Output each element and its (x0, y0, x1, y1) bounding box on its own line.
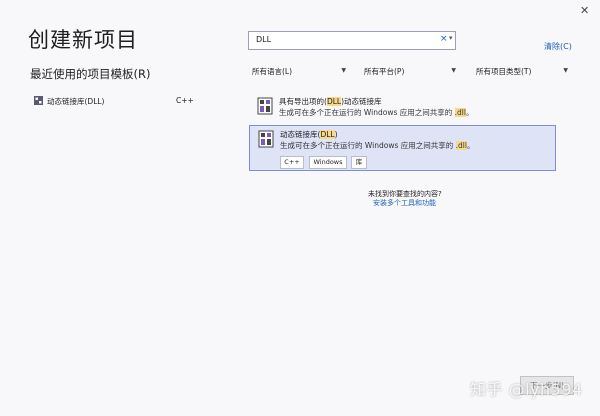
tag-language: C++ (280, 156, 304, 169)
search-input[interactable]: DLL × ▾ (248, 31, 456, 50)
chevron-down-icon: ▼ (451, 67, 456, 74)
template-title: 具有导出项的(DLL)动态链接库 (279, 97, 382, 106)
recent-template-language: C++ (176, 96, 194, 105)
language-filter-label: 所有语言(L) (252, 67, 293, 76)
chevron-down-icon: ▼ (563, 67, 568, 74)
tag-project-type: 库 (351, 156, 367, 169)
chevron-down-icon: ▼ (341, 67, 346, 74)
project-type-filter-label: 所有项目类型(T) (476, 67, 532, 76)
install-tools-link[interactable]: 安装多个工具和功能 (373, 198, 436, 208)
clear-filters-link[interactable]: 清除(C) (544, 41, 572, 52)
search-value: DLL (256, 35, 272, 44)
recent-template-item[interactable]: 动态链接库(DLL) C++ (34, 96, 194, 108)
recent-templates-title: 最近使用的项目模板(R) (30, 67, 151, 81)
close-window-icon[interactable]: ✕ (580, 4, 589, 17)
watermark: 知乎 @lyh594 (470, 380, 583, 399)
platform-filter-label: 所有平台(P) (364, 67, 405, 76)
tag-platform: Windows (309, 156, 347, 169)
language-filter[interactable]: 所有语言(L) ▼ (252, 66, 346, 80)
template-result[interactable]: 具有导出项的(DLL)动态链接库 生成可在多个正在运行的 Windows 应用之… (249, 93, 556, 121)
template-description: 生成可在多个正在运行的 Windows 应用之间共享的 .dll。 (280, 141, 475, 150)
template-title: 动态链接库(DLL) (280, 130, 338, 139)
dll-export-template-icon (257, 97, 273, 115)
search-dropdown-icon[interactable]: ▾ (449, 34, 453, 42)
recent-template-label: 动态链接库(DLL) (47, 97, 105, 106)
template-result-selected[interactable]: 动态链接库(DLL) 生成可在多个正在运行的 Windows 应用之间共享的 .… (249, 125, 556, 171)
dll-template-icon (34, 96, 43, 105)
dll-template-icon (258, 130, 274, 148)
template-description: 生成可在多个正在运行的 Windows 应用之间共享的 .dll。 (279, 108, 474, 117)
platform-filter[interactable]: 所有平台(P) ▼ (364, 66, 456, 80)
project-type-filter[interactable]: 所有项目类型(T) ▼ (476, 66, 568, 80)
clear-search-icon[interactable]: × (440, 34, 448, 44)
page-title: 创建新项目 (28, 28, 138, 52)
